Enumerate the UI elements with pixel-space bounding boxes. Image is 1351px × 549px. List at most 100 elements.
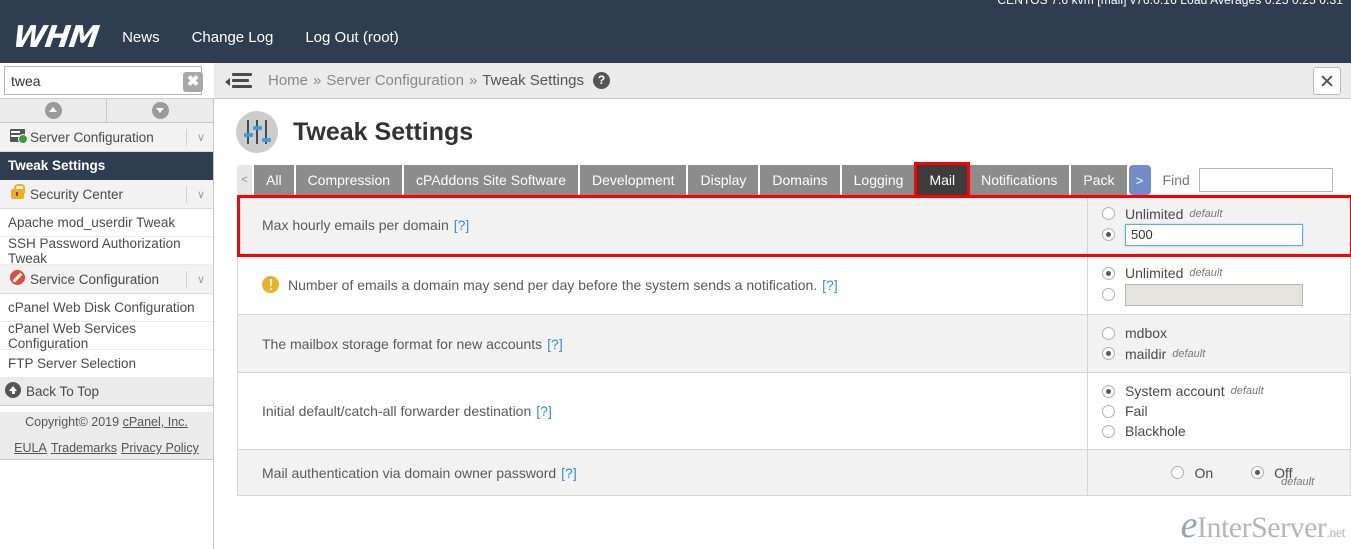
find-input[interactable] [1199,168,1333,192]
tab-development[interactable]: Development [580,165,687,195]
radio-option-on[interactable]: On [1171,462,1213,483]
setting-help-icon[interactable]: [?] [822,277,838,293]
radio-icon[interactable] [1102,405,1115,418]
radio-icon[interactable] [1102,327,1115,340]
scroll-up-icon[interactable] [0,99,106,122]
radio-option-unlimited[interactable]: Unlimited default [1102,263,1350,283]
setting-label: The mailbox storage format for new accou… [262,336,542,352]
tab-notifications[interactable]: Notifications [969,165,1069,195]
table-row: Mail authentication via domain owner pas… [238,450,1351,496]
page-title-row: Tweak Settings [215,99,1351,165]
sidebar-group-server-configuration[interactable]: Server Configuration ∨ [0,123,213,152]
trademarks-link[interactable]: Trademarks [51,441,117,455]
tab-bar: < All Compression cPAddons Site Software… [237,165,1351,195]
sidebar-back-to-top-label: Back To Top [26,384,99,399]
tab-cpaddons-site-software[interactable]: cPAddons Site Software [404,165,578,195]
radio-option-system-account[interactable]: System account default [1102,381,1350,401]
radio-icon[interactable] [1171,466,1184,479]
sidebar-group-label: Service Configuration [30,272,159,287]
radio-option-unlimited[interactable]: Unlimited default [1102,204,1350,224]
sidebar-item-ssh-password-authorization-tweak[interactable]: SSH Password Authorization Tweak [0,237,213,265]
radio-label: Blackhole [1125,423,1186,439]
privacy-policy-link[interactable]: Privacy Policy [121,441,199,455]
sidebar-item-label: cPanel Web Services Configuration [8,321,213,351]
radio-icon[interactable] [1251,466,1264,479]
copyright-line: Copyright© 2019 cPanel, Inc. [0,412,213,432]
tabs-next-icon[interactable]: > [1129,165,1151,195]
default-tag: default [1189,208,1222,220]
radio-icon[interactable] [1102,267,1115,280]
setting-help-icon[interactable]: [?] [547,336,563,352]
sidebar-item-ftp-server-selection[interactable]: FTP Server Selection [0,350,213,378]
sidebar-group-service-configuration[interactable]: Service Configuration ∨ [0,265,213,294]
sidebar-group-security-center[interactable]: Security Center ∨ [0,180,213,209]
sidebar-item-label: SSH Password Authorization Tweak [8,236,213,266]
search-clear-icon[interactable]: ✖ [183,72,203,92]
radio-option-mdbox[interactable]: mdbox [1102,323,1350,344]
radio-option-maildir[interactable]: maildir default [1102,344,1350,365]
table-row: Number of emails a domain may send per d… [238,255,1351,315]
sidebar-item-apache-mod-userdir-tweak[interactable]: Apache mod_userdir Tweak [0,209,213,237]
server-status-strip: CENTOS 7.6 kvm [mail] v76.0.16 Load Aver… [0,0,1351,12]
search-input[interactable] [4,66,202,95]
find-label: Find [1163,172,1190,188]
server-icon [4,129,30,145]
copyright-text: Copyright© 2019 [25,415,122,429]
sidebar-group-label: Security Center [30,187,123,202]
tab-all[interactable]: All [254,165,294,195]
help-icon[interactable]: ? [593,72,610,89]
header-nav-news[interactable]: News [122,29,160,46]
setting-label-cell: Number of emails a domain may send per d… [238,255,1088,314]
setting-label-cell: Mail authentication via domain owner pas… [238,450,1088,495]
header-nav-change-log[interactable]: Change Log [192,29,274,46]
radio-icon[interactable] [1102,425,1115,438]
scroll-down-icon[interactable] [106,99,213,122]
cpanel-inc-link[interactable]: cPanel, Inc. [123,415,188,429]
tabs-prev-icon[interactable]: < [237,165,252,195]
sidebar-item-cpanel-web-disk-configuration[interactable]: cPanel Web Disk Configuration [0,294,213,322]
radio-icon[interactable] [1102,228,1115,241]
setting-help-icon[interactable]: [?] [536,403,552,419]
default-tag: default [1281,476,1314,488]
app-header: WHM News Change Log Log Out (root) [0,12,1351,63]
sidebar-item-label: Tweak Settings [8,158,105,173]
tab-logging[interactable]: Logging [842,165,916,195]
close-icon[interactable] [1313,67,1341,95]
radio-option-blackhole[interactable]: Blackhole [1102,421,1350,441]
radio-icon[interactable] [1102,385,1115,398]
default-tag: default [1231,385,1264,397]
sidebar-scroll-controls [0,99,213,123]
sidebar-item-cpanel-web-services-configuration[interactable]: cPanel Web Services Configuration [0,322,213,350]
server-status-text: CENTOS 7.6 kvm [mail] v76.0.16 Load Aver… [997,0,1343,7]
radio-option-value[interactable] [1102,283,1350,306]
radio-icon[interactable] [1102,347,1115,360]
sidebar-item-label: Apache mod_userdir Tweak [8,215,175,230]
setting-help-icon[interactable]: [?] [561,465,577,481]
setting-control-cell: Unlimited default [1088,255,1350,314]
setting-help-icon[interactable]: [?] [454,217,470,233]
header-nav-log-out[interactable]: Log Out (root) [305,29,398,46]
breadcrumb-server-configuration[interactable]: Server Configuration [326,72,464,89]
sidebar-item-tweak-settings[interactable]: Tweak Settings [0,152,213,180]
default-tag: default [1172,348,1205,360]
table-row: The mailbox storage format for new accou… [238,315,1351,373]
emails-per-day-input[interactable] [1125,284,1303,306]
tab-mail[interactable]: Mail [917,165,967,195]
radio-icon[interactable] [1102,207,1115,220]
tab-domains[interactable]: Domains [760,165,839,195]
tab-compression[interactable]: Compression [296,165,402,195]
radio-option-fail[interactable]: Fail [1102,401,1350,421]
breadcrumb-home[interactable]: Home [268,72,308,89]
radio-option-off[interactable]: Off default [1251,462,1292,483]
max-hourly-emails-input[interactable] [1125,224,1303,246]
radio-icon[interactable] [1102,288,1115,301]
tab-display[interactable]: Display [688,165,758,195]
tab-packages[interactable]: Pack [1071,165,1126,195]
sidebar-back-to-top[interactable]: Back To Top [0,378,213,406]
radio-option-value[interactable] [1102,224,1350,246]
sliders-icon [236,111,278,153]
collapse-menu-icon[interactable] [230,73,252,89]
eula-link[interactable]: EULA [14,441,47,455]
sidebar-footer: Copyright© 2019 cPanel, Inc. EULA Tradema… [0,412,213,460]
setting-label: Mail authentication via domain owner pas… [262,465,556,481]
